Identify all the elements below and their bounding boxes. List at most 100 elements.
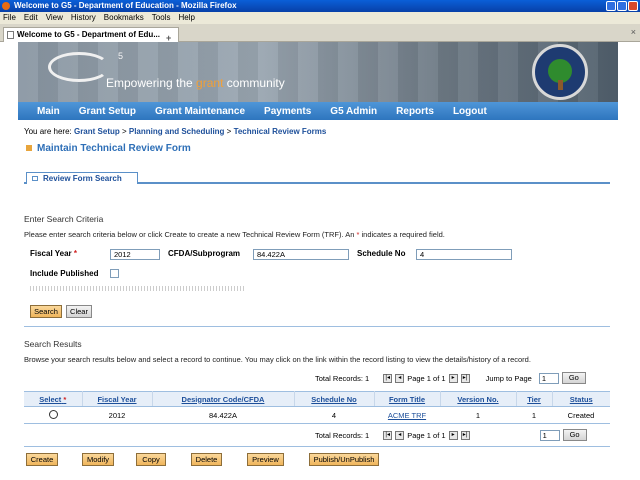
create-button[interactable]: Create: [26, 453, 58, 466]
pager-bottom: Total Records: 1 |◂ ◂ Page 1 of 1 ▸ ▸| 1…: [315, 429, 587, 441]
table-row[interactable]: 2012 84.422A 4 ACME TRF 1 1 Created: [24, 406, 610, 424]
column-select-label: Select: [39, 394, 62, 404]
browser-tab-title: Welcome to G5 - Department of Edu...: [17, 30, 160, 39]
g5-logo: [48, 52, 110, 82]
table-header-row: Select * Fiscal Year Designator Code/CFD…: [24, 391, 610, 407]
status-cell: Created: [552, 406, 610, 424]
minimize-icon[interactable]: [606, 1, 616, 11]
delete-button[interactable]: Delete: [191, 453, 222, 466]
include-published-checkbox[interactable]: [110, 269, 119, 278]
subtab-bar: Review Form Search: [24, 172, 610, 184]
firefox-icon: [2, 2, 10, 10]
breadcrumb-technical-review-forms[interactable]: Technical Review Forms: [234, 127, 327, 136]
cfda-label: CFDA/Subprogram: [168, 249, 240, 258]
fiscal-year-input[interactable]: 2012: [110, 249, 160, 260]
prev-page-icon[interactable]: ◂: [395, 373, 405, 383]
form-title-link[interactable]: ACME TRF: [388, 411, 426, 420]
required-star: *: [63, 394, 67, 404]
column-status[interactable]: Status: [552, 391, 610, 407]
menu-bookmarks[interactable]: Bookmarks: [104, 12, 144, 24]
column-tier[interactable]: Tier: [516, 391, 553, 407]
select-radio[interactable]: [48, 409, 58, 419]
nav-grant-setup[interactable]: Grant Setup: [79, 106, 136, 117]
close-tab-icon[interactable]: ×: [631, 27, 636, 37]
nav-main[interactable]: Main: [37, 106, 60, 117]
maximize-icon[interactable]: [617, 1, 627, 11]
page-indicator: Page 1 of 1: [407, 430, 446, 440]
column-form-title[interactable]: Form Title: [374, 391, 441, 407]
tab-icon: [32, 176, 38, 181]
schedule-no-label: Schedule No: [357, 249, 406, 258]
breadcrumb-separator: >: [119, 127, 129, 136]
clear-button[interactable]: Clear: [66, 305, 92, 318]
prev-page-icon[interactable]: ◂: [395, 430, 405, 440]
nav-grant-maintenance[interactable]: Grant Maintenance: [155, 106, 245, 117]
window-title: Welcome to G5 - Department of Education …: [14, 1, 237, 10]
schedule-no-input[interactable]: 4: [416, 249, 512, 260]
tagline-accent: grant: [196, 76, 224, 90]
copy-button[interactable]: Copy: [136, 453, 166, 466]
menu-history[interactable]: History: [71, 12, 96, 24]
publish-unpublish-button[interactable]: Publish/UnPublish: [309, 453, 379, 466]
tier-cell: 1: [516, 406, 552, 424]
g5-logo-superscript: 5: [118, 51, 124, 61]
section-divider: [24, 326, 610, 327]
form-title-cell: ACME TRF: [374, 406, 440, 424]
page-icon: [7, 31, 14, 39]
nav-g5-admin[interactable]: G5 Admin: [330, 106, 377, 117]
column-version-no[interactable]: Version No.: [440, 391, 517, 407]
preview-button[interactable]: Preview: [247, 453, 284, 466]
fiscal-year-cell: 2012: [82, 406, 152, 424]
breadcrumb-grant-setup[interactable]: Grant Setup: [74, 127, 120, 136]
tagline-end: community: [223, 76, 285, 90]
first-page-icon[interactable]: |◂: [383, 373, 393, 383]
go-button[interactable]: Go: [561, 372, 586, 384]
search-criteria-heading: Enter Search Criteria: [24, 214, 104, 224]
menu-file[interactable]: File: [3, 12, 16, 24]
breadcrumb-planning[interactable]: Planning and Scheduling: [129, 127, 225, 136]
required-star: *: [73, 249, 78, 258]
jump-to-page-label: Jump to Page: [485, 373, 532, 383]
divider: [30, 286, 246, 291]
nav-payments[interactable]: Payments: [264, 106, 311, 117]
first-page-icon[interactable]: |◂: [383, 430, 393, 440]
cfda-input[interactable]: 84.422A: [253, 249, 349, 260]
search-results-heading: Search Results: [24, 339, 82, 349]
breadcrumb-separator: >: [224, 127, 234, 136]
tab-review-form-search[interactable]: Review Form Search: [26, 172, 138, 184]
instructions-text-end: indicates a required field.: [359, 230, 445, 239]
title-bullet-icon: [26, 145, 32, 152]
tagline-start: Empowering the: [106, 76, 197, 90]
column-select[interactable]: Select *: [24, 391, 83, 407]
menu-view[interactable]: View: [46, 12, 63, 24]
modify-button[interactable]: Modify: [82, 453, 114, 466]
column-schedule-no[interactable]: Schedule No: [294, 391, 375, 407]
search-instructions: Please enter search criteria below or cl…: [24, 230, 445, 239]
column-fiscal-year[interactable]: Fiscal Year: [82, 391, 153, 407]
browser-tab[interactable]: Welcome to G5 - Department of Edu... +: [3, 27, 179, 43]
banner-tagline: Empowering the grant community: [106, 76, 285, 90]
instructions-text: Please enter search criteria below or cl…: [24, 230, 357, 239]
jump-to-page-input[interactable]: 1: [539, 429, 560, 441]
nav-logout[interactable]: Logout: [453, 106, 487, 117]
close-icon[interactable]: [628, 1, 638, 11]
last-page-icon[interactable]: ▸|: [460, 373, 470, 383]
next-page-icon[interactable]: ▸: [448, 373, 458, 383]
nav-reports[interactable]: Reports: [396, 106, 434, 117]
version-cell: 1: [440, 406, 516, 424]
column-designator-code[interactable]: Designator Code/CFDA: [152, 391, 295, 407]
go-button[interactable]: Go: [562, 429, 587, 441]
search-button[interactable]: Search: [30, 305, 62, 318]
window-titlebar: Welcome to G5 - Department of Education …: [0, 0, 640, 12]
jump-to-page-input[interactable]: 1: [538, 372, 559, 384]
include-published-label: Include Published: [30, 269, 99, 278]
next-page-icon[interactable]: ▸: [448, 430, 458, 440]
fiscal-year-label-text: Fiscal Year: [30, 249, 72, 258]
department-seal-icon: [532, 44, 588, 100]
menu-tools[interactable]: Tools: [152, 12, 171, 24]
pager-top: Total Records: 1 |◂ ◂ Page 1 of 1 ▸ ▸| J…: [315, 372, 586, 384]
header-banner: 5 Empowering the grant community: [18, 42, 618, 102]
menu-edit[interactable]: Edit: [24, 12, 38, 24]
last-page-icon[interactable]: ▸|: [460, 430, 470, 440]
menu-help[interactable]: Help: [178, 12, 194, 24]
